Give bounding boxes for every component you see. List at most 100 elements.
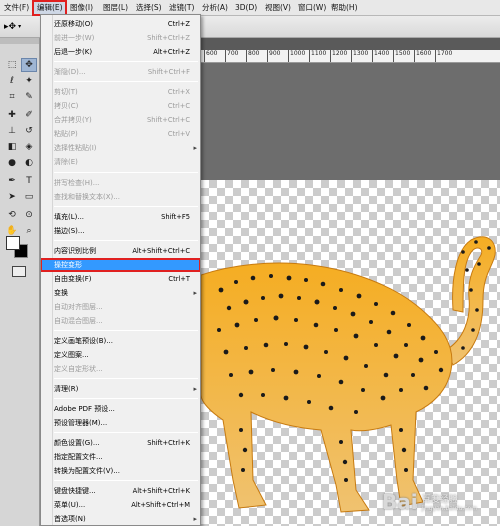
menu-item-24[interactable]: Adobe PDF 预设... [41,403,200,415]
menu-item-2[interactable]: 后退一步(K) Alt+Ctrl+Z [41,46,200,58]
menu-item-shortcut: Ctrl+Z [167,20,190,28]
marquee-tool-icon[interactable]: ⬚ [4,58,20,72]
ruler-tick-label: 800 [246,50,259,62]
type-tool-icon[interactable]: T [21,174,37,188]
menu-item-26[interactable]: 颜色设置(G)... Shift+Ctrl+K [41,437,200,449]
menu-item-27[interactable]: 指定配置文件... [41,451,200,463]
ruler-tick-label: 900 [267,50,280,62]
menu-item-label: 拷贝(C) [54,102,79,110]
clone-stamp-icon[interactable]: ⊥ [4,124,20,138]
menu-item-10[interactable]: 拼写检查(H)... [41,177,200,189]
menu-item-15[interactable]: 操控变形 [41,258,200,272]
menu-separator [54,432,198,433]
menu-item-11[interactable]: 查找和替换文本(X)... [41,191,200,203]
brush-tool-icon[interactable]: ✐ [21,108,37,122]
menubar-item-3[interactable]: 图层(L) [99,1,132,15]
menu-item-21[interactable]: 定义图案... [41,349,200,361]
menu-item-9[interactable]: 清除(E) [41,156,200,168]
menu-item-label: 定义图案... [54,351,89,359]
path-selection-icon[interactable]: ➤ [4,190,20,204]
menubar-item-4[interactable]: 选择(S) [132,1,165,15]
history-brush-icon[interactable]: ↺ [21,124,37,138]
menu-item-3[interactable]: 渐隐(D)... Shift+Ctrl+F [41,66,200,78]
menubar-item-10[interactable]: 帮助(H) [327,1,360,15]
menu-item-29[interactable]: 键盘快捷键... Alt+Shift+Ctrl+K [41,485,200,497]
ruler-tick-label: 1000 [288,50,305,62]
menu-item-30[interactable]: 菜单(U)... Alt+Shift+Ctrl+M [41,499,200,511]
menu-item-shortcut [190,465,200,477]
foreground-color-swatch[interactable] [6,236,20,250]
menu-item-12[interactable]: 填充(L)... Shift+F5 [41,211,200,223]
menu-item-shortcut [190,191,200,203]
menu-item-label: 首选项(N) [54,515,86,523]
menu-separator [54,330,198,331]
menu-item-label: 还原移动(O) [54,20,93,28]
menu-item-18[interactable]: 自动对齐图层... [41,301,200,313]
menu-item-label: Adobe PDF 预设... [54,405,115,413]
menu-item-31[interactable]: 首选项(N) [41,513,200,525]
eraser-icon[interactable]: ◧ [4,140,20,154]
ruler-tick-label: 700 [225,50,238,62]
menu-item-8[interactable]: 选择性粘贴(I) [41,142,200,154]
menu-item-6[interactable]: 合并拷贝(Y) Shift+Ctrl+C [41,114,200,126]
toolbox-grip[interactable] [0,38,39,44]
menu-item-23[interactable]: 清理(R) [41,383,200,395]
paint-bucket-icon[interactable]: ◈ [21,140,37,154]
menu-separator [54,398,198,399]
ruler-tick-label: 1700 [435,50,452,62]
menubar-item-7[interactable]: 3D(D) [231,1,261,15]
menu-item-label: 查找和替换文本(X)... [54,193,120,201]
menu-item-label: 剪切(T) [54,88,78,96]
3d-orbit-icon[interactable]: ⊙ [21,208,37,222]
menu-item-label: 键盘快捷键... [54,487,96,495]
menu-item-0[interactable]: 还原移动(O) Ctrl+Z [41,18,200,30]
menu-item-1[interactable]: 前进一步(W) Shift+Ctrl+Z [41,32,200,44]
menubar-item-9[interactable]: 窗口(W) [294,1,327,15]
pen-tool-icon[interactable]: ✒ [4,174,20,188]
menu-item-label: 变换 [54,289,68,297]
3d-rotate-icon[interactable]: ⟲ [4,208,20,222]
menu-item-shortcut [190,287,200,299]
dodge-tool-icon[interactable]: ◐ [21,156,37,170]
menu-item-shortcut [190,301,200,313]
menu-item-25[interactable]: 预设管理器(M)... [41,417,200,429]
chevron-down-icon: ▾ [18,23,22,30]
menu-item-19[interactable]: 自动混合图层... [41,315,200,327]
menubar-item-1[interactable]: 编辑(E) [32,0,67,16]
quick-mask-button[interactable] [12,266,26,277]
menu-item-22[interactable]: 定义自定形状... [41,363,200,375]
menu-item-shortcut: Ctrl+C [167,102,190,110]
tool-preset-picker[interactable]: ▸✥ ▾ [4,19,34,34]
rectangle-tool-icon[interactable]: ▭ [21,190,37,204]
menubar-item-5[interactable]: 滤镜(T) [165,1,198,15]
menubar-item-0[interactable]: 文件(F) [0,1,33,15]
eyedropper-icon[interactable]: ✎ [21,90,37,104]
menu-item-label: 预设管理器(M)... [54,419,108,427]
menubar-item-2[interactable]: 图像(I) [66,1,99,15]
menu-item-20[interactable]: 定义画笔预设(B)... [41,335,200,347]
menu-item-14[interactable]: 内容识别比例 Alt+Shift+Ctrl+C [41,245,200,257]
menu-item-label: 自动对齐图层... [54,303,103,311]
healing-brush-icon[interactable]: ✚ [4,108,20,122]
move-tool-icon[interactable]: ✥ [21,58,37,72]
menu-item-label: 合并拷贝(Y) [54,116,92,124]
menu-item-7[interactable]: 粘贴(P) Ctrl+V [41,128,200,140]
magic-wand-icon[interactable]: ✦ [21,74,37,88]
document-canvas[interactable] [200,180,500,526]
menu-item-4[interactable]: 剪切(T) Ctrl+X [41,86,200,98]
menu-item-16[interactable]: 自由变换(F) Ctrl+T [41,273,200,285]
menu-item-5[interactable]: 拷贝(C) Ctrl+C [41,100,200,112]
menu-item-17[interactable]: 变换 [41,287,200,299]
zoom-tool-icon[interactable]: ⌕ [21,224,37,238]
menu-item-13[interactable]: 描边(S)... [41,225,200,237]
ruler-tick-label: 1100 [309,50,326,62]
menubar-item-6[interactable]: 分析(A) [198,1,231,15]
crop-tool-icon[interactable]: ⌗ [4,90,20,104]
menu-item-label: 后退一步(K) [54,48,93,56]
lasso-tool-icon[interactable]: ℓ [4,74,20,88]
menu-item-label: 指定配置文件... [54,453,103,461]
menubar-item-8[interactable]: 视图(V) [261,1,294,15]
menu-item-28[interactable]: 转换为配置文件(V)... [41,465,200,477]
menu-item-label: 定义画笔预设(B)... [54,337,113,345]
blur-tool-icon[interactable]: ● [4,156,20,170]
